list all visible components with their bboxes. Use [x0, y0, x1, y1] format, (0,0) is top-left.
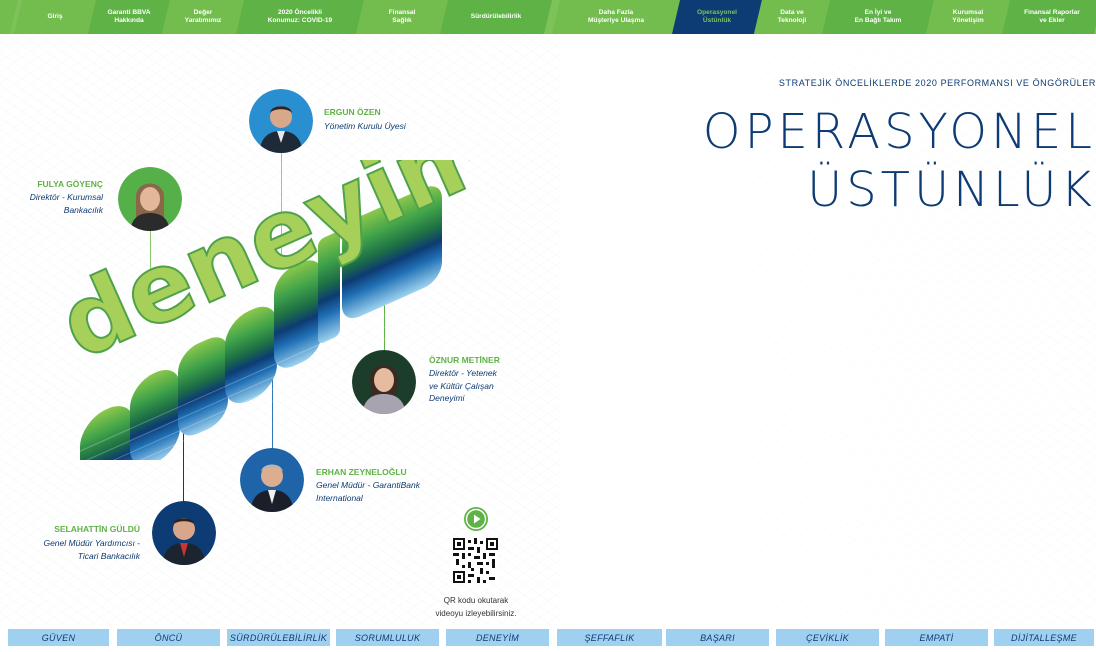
person-role: Direktör - Kurumsal Bankacılık [29, 192, 103, 215]
avatar-oznur-metiner [352, 350, 416, 414]
value-item-deneyim: DENEYİM [446, 629, 549, 646]
value-item-oncu: ÖNCÜ [117, 629, 220, 646]
value-item-basari: BAŞARI [666, 629, 769, 646]
avatar-fulya-goyenc [118, 167, 182, 231]
value-item-surdurulebilirlik: SÜRDÜRÜLEBİLİRLİK [227, 629, 330, 646]
person-name: FULYA GÖYENÇ [37, 179, 103, 189]
value-item-empati: EMPATİ [885, 629, 988, 646]
person-role: Genel Müdür - GarantiBank International [316, 480, 420, 503]
avatar-ergun-ozen [249, 89, 313, 153]
person-name: ERGUN ÖZEN [324, 107, 381, 117]
person-role: Direktör - Yetenek ve Kültür Çalışan Den… [429, 368, 497, 403]
play-video-button[interactable] [464, 507, 488, 531]
top-navigation: Giriş Garanti BBVA Hakkında Değer Yaratı… [0, 0, 1096, 34]
nav-tab-giris[interactable]: Giriş [14, 0, 96, 34]
nav-tab-finansal-raporlar[interactable]: Finansal Raporlar ve Ekler [1002, 0, 1096, 34]
person-role: Yönetim Kurulu Üyesi [324, 121, 406, 131]
section-kicker: STRATEJİK ÖNCELİKLERDE 2020 PERFORMANSI … [778, 78, 1096, 88]
value-item-seffaflik: ŞEFFAFLIK [557, 629, 662, 646]
qr-code[interactable] [453, 538, 498, 583]
value-item-dijitallesme: DİJİTALLEŞME [994, 629, 1094, 646]
person-name: SELAHATTİN GÜLDÜ [54, 524, 140, 534]
nav-tab-en-iyi-takim[interactable]: En İyi ve En Bağlı Takım [822, 0, 934, 34]
page-title-line1: OPERASYONEL [702, 104, 1096, 160]
avatar-selahattin-guldu [152, 501, 216, 565]
person-name: ERHAN ZEYNELOĞLU [316, 467, 407, 477]
nav-tab-deger-yaratimimiz[interactable]: Değer Yaratımımız [162, 0, 244, 34]
nav-tab-surdurulebilirlik[interactable]: Sürdürülebilirlik [440, 0, 552, 34]
nav-tab-garanti-bbva-hakkinda[interactable]: Garanti BBVA Hakkında [88, 0, 170, 34]
value-item-guven: GÜVEN [8, 629, 109, 646]
nav-tab-finansal-saglik[interactable]: Finansal Sağlık [356, 0, 448, 34]
avatar-erhan-zeyneloglu [240, 448, 304, 512]
person-role: Genel Müdür Yardımcısı - Ticari Bankacıl… [43, 538, 140, 561]
play-icon [465, 508, 487, 530]
nav-tab-operasyonel-ustunluk[interactable]: Operasyonel Üstünlük [672, 0, 762, 34]
qr-caption: QR kodu okutarak videoyu izleyebilirsini… [435, 596, 517, 618]
value-item-sorumluluk: SORUMLULUK [336, 629, 439, 646]
person-name: ÖZNUR METİNER [429, 355, 500, 365]
nav-tab-daha-fazla-musteriye-ulasma[interactable]: Daha Fazla Müşteriye Ulaşma [552, 0, 680, 34]
page-title-line2: ÜSTÜNLÜK [807, 162, 1096, 218]
values-bar: GÜVEN ÖNCÜ SÜRDÜRÜLEBİLİRLİK SORUMLULUK … [0, 629, 1096, 646]
nav-tab-kurumsal-yonetisim[interactable]: Kurumsal Yönetişim [926, 0, 1010, 34]
nav-tab-data-ve-teknoloji[interactable]: Data ve Teknoloji [754, 0, 830, 34]
value-item-ceviklik: ÇEVİKLİK [776, 629, 879, 646]
nav-tab-covid-19[interactable]: 2020 Öncelikli Konumuz: COVID-19 [236, 0, 364, 34]
